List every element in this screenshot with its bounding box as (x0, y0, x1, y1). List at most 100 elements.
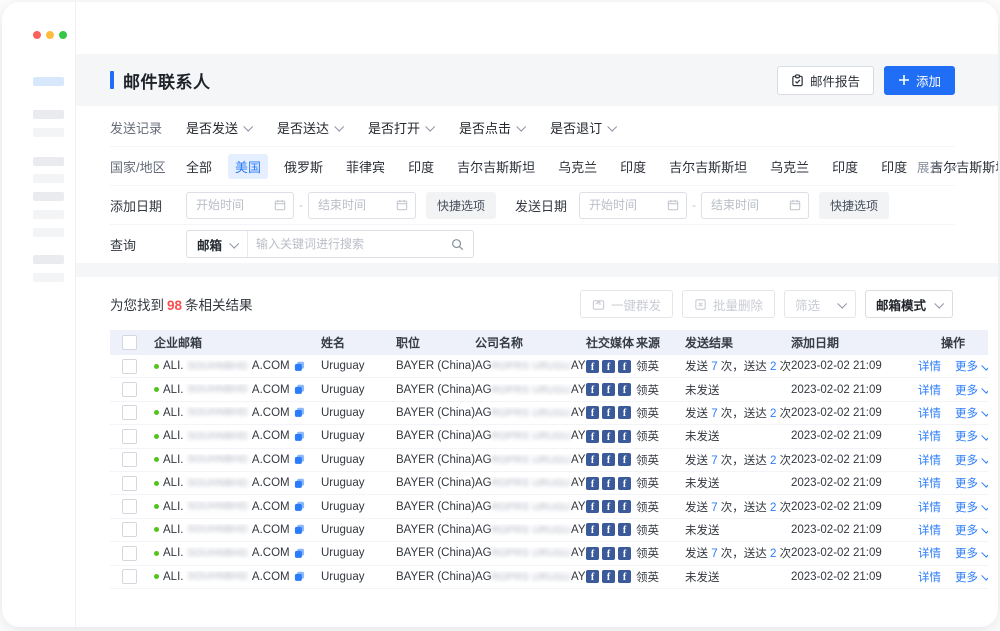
mail-report-button[interactable]: 邮件报告 (777, 66, 874, 95)
end-time-field[interactable] (709, 197, 789, 213)
detail-link[interactable]: 详情 (918, 428, 941, 444)
detail-link[interactable]: 详情 (918, 358, 941, 374)
facebook-icon[interactable]: f (586, 547, 599, 560)
row-checkbox[interactable] (122, 569, 137, 584)
sidebar-item[interactable] (33, 128, 64, 137)
detail-link[interactable]: 详情 (918, 545, 941, 561)
filter-dropdown[interactable]: 是否发送 (186, 118, 251, 137)
sidebar-item[interactable] (33, 228, 64, 237)
copy-email-icon[interactable] (294, 361, 305, 372)
close-window-icon[interactable] (33, 31, 41, 39)
row-checkbox[interactable] (122, 522, 137, 537)
detail-link[interactable]: 详情 (918, 475, 941, 491)
row-checkbox[interactable] (122, 499, 137, 514)
select-all-checkbox[interactable] (122, 335, 137, 350)
facebook-icon[interactable]: f (618, 430, 631, 443)
facebook-icon[interactable]: f (586, 523, 599, 536)
facebook-icon[interactable]: f (602, 547, 615, 560)
facebook-icon[interactable]: f (602, 430, 615, 443)
filter-dropdown[interactable]: 是否点击 (459, 118, 524, 137)
more-link[interactable]: 更多 (955, 569, 988, 585)
bulk-delete-button[interactable]: 批量删除 (682, 290, 775, 318)
sidebar-item[interactable] (33, 192, 64, 201)
facebook-icon[interactable]: f (586, 430, 599, 443)
facebook-icon[interactable]: f (602, 453, 615, 466)
row-checkbox[interactable] (122, 405, 137, 420)
filter-dropdown[interactable]: 是否送达 (277, 118, 342, 137)
more-link[interactable]: 更多 (955, 382, 988, 398)
facebook-icon[interactable]: f (586, 477, 599, 490)
country-tag[interactable]: 印度 (881, 157, 907, 176)
detail-link[interactable]: 详情 (918, 382, 941, 398)
row-checkbox[interactable] (122, 429, 137, 444)
country-tag[interactable]: 乌克兰 (770, 157, 809, 176)
country-tag[interactable]: 全部 (186, 157, 212, 176)
facebook-icon[interactable]: f (586, 453, 599, 466)
search-input[interactable] (248, 237, 451, 251)
country-tag[interactable]: 菲律宾 (346, 157, 385, 176)
copy-email-icon[interactable] (294, 478, 305, 489)
copy-email-icon[interactable] (294, 548, 305, 559)
zoom-window-icon[interactable] (59, 31, 67, 39)
copy-email-icon[interactable] (294, 571, 305, 582)
facebook-icon[interactable]: f (618, 406, 631, 419)
facebook-icon[interactable]: f (618, 570, 631, 583)
row-checkbox[interactable] (122, 546, 137, 561)
facebook-icon[interactable]: f (618, 500, 631, 513)
expand-toggle[interactable]: 展开 (917, 157, 955, 176)
country-tag[interactable]: 印度 (408, 157, 434, 176)
more-link[interactable]: 更多 (955, 452, 988, 468)
country-tag[interactable]: 吉尔吉斯斯坦 (457, 157, 535, 176)
facebook-icon[interactable]: f (586, 406, 599, 419)
copy-email-icon[interactable] (294, 524, 305, 535)
start-time-field[interactable] (587, 197, 667, 213)
facebook-icon[interactable]: f (602, 500, 615, 513)
more-link[interactable]: 更多 (955, 475, 988, 491)
facebook-icon[interactable]: f (602, 570, 615, 583)
filter-dropdown[interactable]: 是否打开 (368, 118, 433, 137)
copy-email-icon[interactable] (294, 501, 305, 512)
detail-link[interactable]: 详情 (918, 405, 941, 421)
more-link[interactable]: 更多 (955, 545, 988, 561)
country-tag[interactable]: 乌克兰 (558, 157, 597, 176)
end-time-field[interactable] (316, 197, 396, 213)
filter-select[interactable]: 筛选 (784, 290, 856, 318)
facebook-icon[interactable]: f (602, 406, 615, 419)
facebook-icon[interactable]: f (602, 383, 615, 396)
more-link[interactable]: 更多 (955, 405, 988, 421)
sidebar-item[interactable] (33, 273, 64, 282)
query-type-select[interactable]: 邮箱 (187, 231, 248, 257)
more-link[interactable]: 更多 (955, 358, 988, 374)
row-checkbox[interactable] (122, 382, 137, 397)
row-checkbox[interactable] (122, 476, 137, 491)
send-date-quick-options-button[interactable]: 快捷选项 (819, 192, 889, 219)
add-date-quick-options-button[interactable]: 快捷选项 (426, 192, 496, 219)
more-link[interactable]: 更多 (955, 428, 988, 444)
sidebar-item[interactable] (33, 210, 64, 219)
sidebar-item[interactable] (33, 174, 64, 183)
facebook-icon[interactable]: f (602, 360, 615, 373)
copy-email-icon[interactable] (294, 407, 305, 418)
row-checkbox[interactable] (122, 452, 137, 467)
sidebar-item[interactable] (33, 157, 64, 166)
facebook-icon[interactable]: f (602, 523, 615, 536)
detail-link[interactable]: 详情 (918, 522, 941, 538)
minimize-window-icon[interactable] (46, 31, 54, 39)
facebook-icon[interactable]: f (618, 383, 631, 396)
add-date-end-input[interactable] (308, 192, 416, 219)
copy-email-icon[interactable] (294, 454, 305, 465)
country-tag[interactable]: 俄罗斯 (284, 157, 323, 176)
copy-email-icon[interactable] (294, 384, 305, 395)
facebook-icon[interactable]: f (586, 383, 599, 396)
sidebar-item[interactable] (33, 255, 64, 264)
sidebar-item[interactable] (33, 110, 64, 119)
facebook-icon[interactable]: f (586, 500, 599, 513)
copy-email-icon[interactable] (294, 431, 305, 442)
row-checkbox[interactable] (122, 359, 137, 374)
country-tag[interactable]: 吉尔吉斯斯坦 (669, 157, 747, 176)
country-tag[interactable]: 印度 (620, 157, 646, 176)
detail-link[interactable]: 详情 (918, 569, 941, 585)
detail-link[interactable]: 详情 (918, 499, 941, 515)
facebook-icon[interactable]: f (618, 547, 631, 560)
facebook-icon[interactable]: f (586, 570, 599, 583)
